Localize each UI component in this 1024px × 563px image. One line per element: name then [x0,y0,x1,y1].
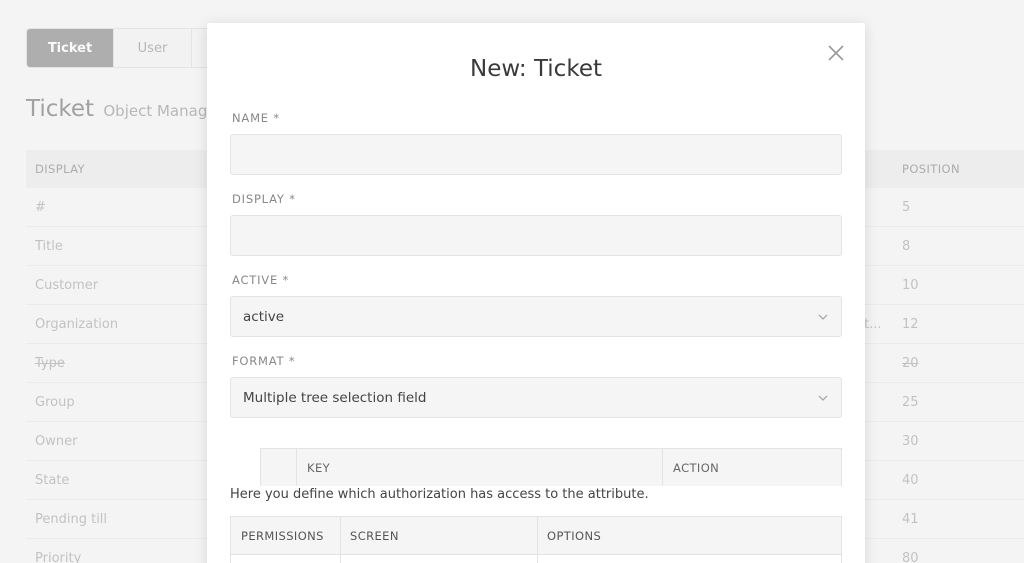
permissions-table: PERMISSIONS SCREEN OPTIONS [230,516,842,563]
header-key: KEY [307,461,331,475]
table-divider [296,449,297,486]
display-input[interactable] [230,215,842,256]
header-screen: SCREEN [350,529,399,543]
chevron-down-icon [818,314,828,320]
header-action: ACTION [673,461,720,475]
table-divider [537,517,538,563]
name-label: NAME * [232,111,280,125]
active-select-value: active [243,308,285,325]
name-input[interactable] [230,134,842,175]
close-icon[interactable] [827,44,845,62]
format-label: FORMAT * [232,354,296,368]
new-ticket-modal: New: Ticket NAME * DISPLAY * ACTIVE * ac… [207,23,865,563]
chevron-down-icon [818,395,828,401]
display-label: DISPLAY * [232,192,296,206]
header-options: OPTIONS [547,529,602,543]
header-permissions: PERMISSIONS [241,529,324,543]
active-select[interactable]: active [230,296,842,337]
active-label: ACTIVE * [232,273,290,287]
permissions-table-header: PERMISSIONS SCREEN OPTIONS [231,517,841,555]
tree-options-table: KEY ACTION [260,448,842,486]
table-divider [340,517,341,563]
format-select-value: Multiple tree selection field [243,389,427,406]
permission-info-text: Here you define which authorization has … [230,487,649,502]
table-divider [662,449,663,486]
format-select[interactable]: Multiple tree selection field [230,377,842,418]
modal-title: New: Ticket [469,56,602,82]
